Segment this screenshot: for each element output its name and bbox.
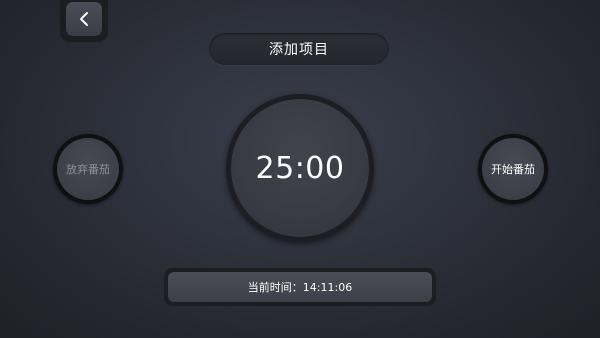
- back-button[interactable]: [66, 2, 102, 36]
- add-item-label: 添加项目: [269, 42, 329, 58]
- start-pomodoro-label: 开始番茄: [491, 163, 535, 176]
- timer-display: 25:00: [255, 150, 345, 186]
- abandon-pomodoro-button[interactable]: 放弃番茄: [53, 134, 123, 204]
- current-time-bar: 当前时间：14:11:06: [164, 268, 436, 306]
- start-pomodoro-button[interactable]: 开始番茄: [478, 134, 548, 204]
- back-button-frame: [60, 0, 108, 42]
- abandon-pomodoro-face: 放弃番茄: [57, 138, 119, 200]
- abandon-pomodoro-label: 放弃番茄: [66, 163, 110, 176]
- current-time-text: 当前时间：14:11:06: [247, 281, 353, 294]
- add-item-button[interactable]: 添加项目: [209, 33, 389, 65]
- timer-dial: 25:00: [226, 94, 374, 242]
- start-pomodoro-face: 开始番茄: [482, 138, 544, 200]
- timer-face: 25:00: [231, 99, 369, 237]
- chevron-left-icon: [80, 12, 88, 26]
- current-time-panel: 当前时间：14:11:06: [168, 272, 432, 302]
